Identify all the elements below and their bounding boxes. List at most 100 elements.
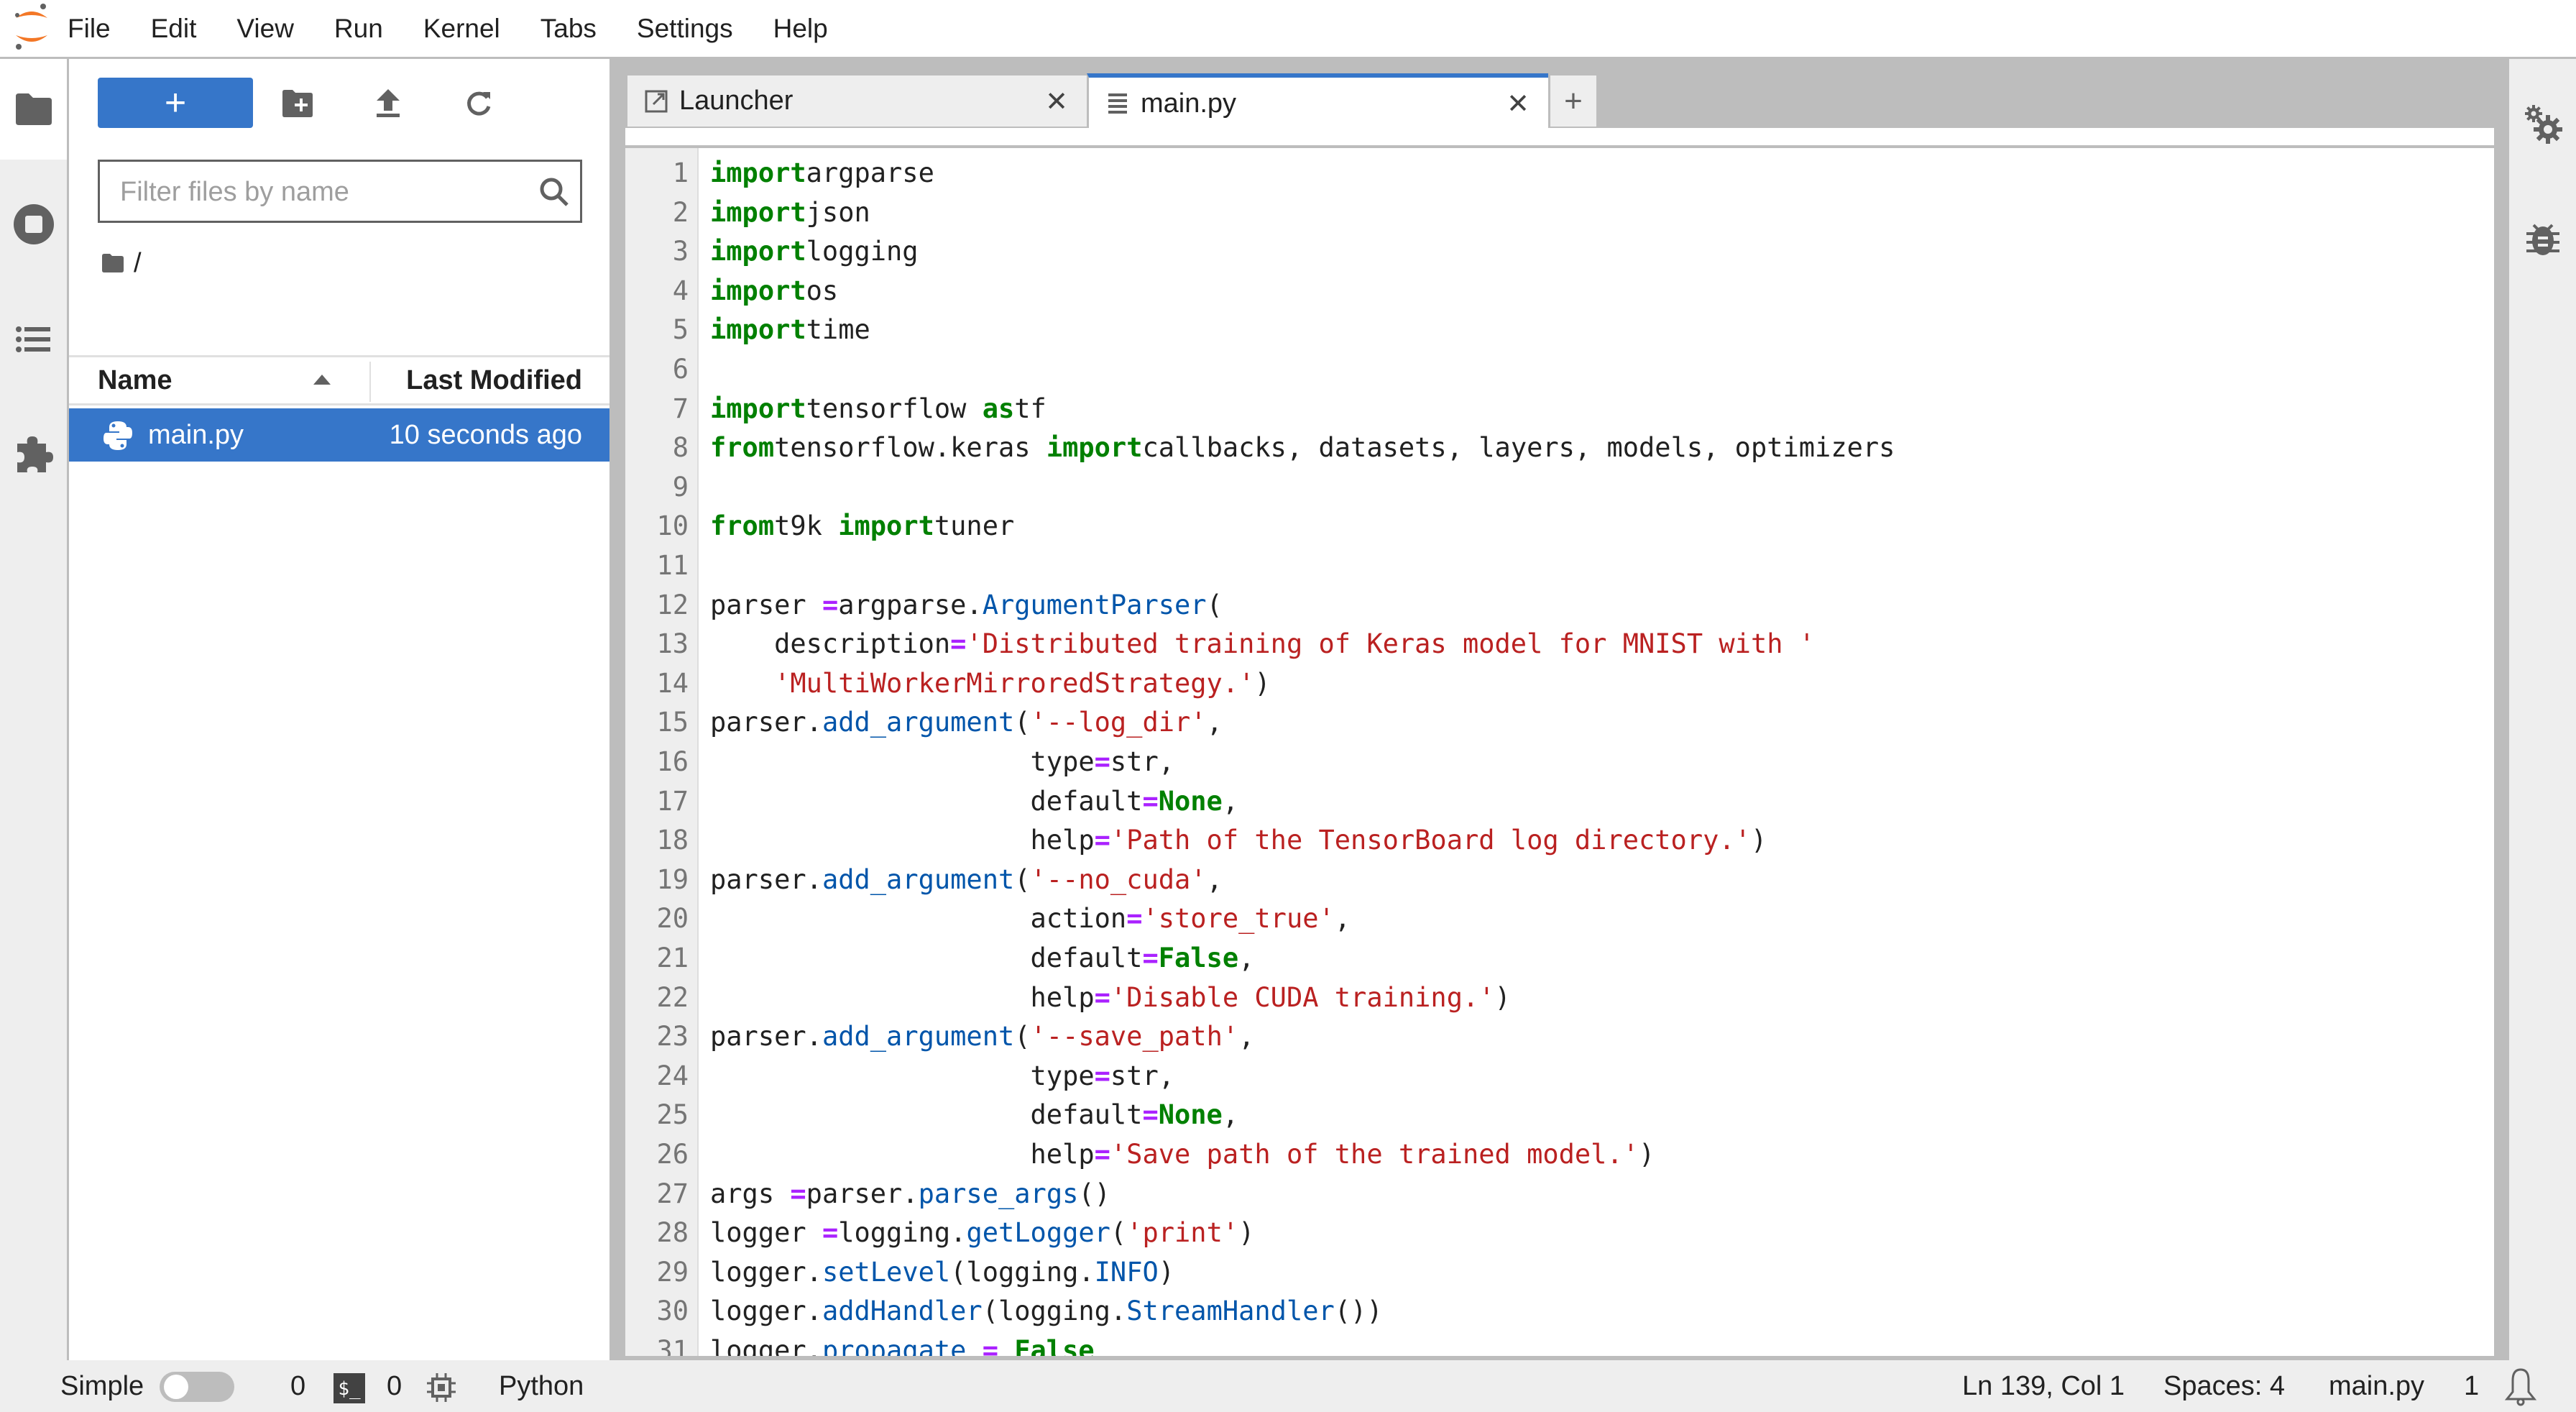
left-sidebar xyxy=(0,59,69,1360)
line-number: 1 xyxy=(672,157,689,188)
menu-file[interactable]: File xyxy=(60,0,131,58)
file-last-modified: 10 seconds ago xyxy=(389,420,582,450)
new-folder-button[interactable] xyxy=(279,85,316,122)
home-folder-icon[interactable] xyxy=(102,254,124,272)
kernel-count[interactable]: 0 xyxy=(290,1360,305,1412)
menu-edit[interactable]: Edit xyxy=(131,0,217,58)
filter-files-field[interactable] xyxy=(98,160,582,223)
code-text: type=str, xyxy=(710,1060,1175,1091)
puzzle-icon xyxy=(17,436,53,472)
toggle-knob xyxy=(164,1375,188,1399)
line-number: 7 xyxy=(672,393,689,424)
search-icon xyxy=(540,178,569,206)
line-number: 23 xyxy=(656,1021,689,1053)
sidebar-item-debugger[interactable] xyxy=(2509,188,2576,289)
sidebar-item-property-inspector[interactable] xyxy=(2509,73,2576,174)
line-number: 16 xyxy=(656,746,689,777)
bell-icon[interactable] xyxy=(2503,1367,2539,1406)
kernel-name[interactable]: Python xyxy=(499,1360,584,1412)
code-text: logger.setLevel(logging.INFO) xyxy=(710,1256,1175,1288)
tab-label: main.py xyxy=(1141,88,1237,119)
code-text: importos xyxy=(710,275,839,306)
column-header-name[interactable]: Name xyxy=(98,357,172,403)
file-browser-panel: + / xyxy=(69,59,610,1360)
menu-help[interactable]: Help xyxy=(753,0,848,58)
terminal-icon: $_ xyxy=(334,1373,365,1403)
line-number: 24 xyxy=(656,1060,689,1091)
filter-files-input[interactable] xyxy=(100,162,524,222)
simple-mode-toggle[interactable] xyxy=(160,1372,234,1402)
menu-settings[interactable]: Settings xyxy=(617,0,753,58)
code-editor[interactable]: 1 importargparse 2 importjson 3 importlogging… xyxy=(625,148,2494,1356)
code-text: help='Save path of the trained model.') xyxy=(710,1139,1655,1170)
right-sidebar xyxy=(2507,59,2576,1360)
sidebar-item-running[interactable] xyxy=(0,174,67,275)
line-number: 10 xyxy=(656,510,689,542)
python-icon xyxy=(104,421,132,450)
close-tab-icon[interactable]: ✕ xyxy=(1506,88,1530,120)
notification-count[interactable]: 1 xyxy=(2464,1360,2479,1412)
new-tab-button[interactable]: + xyxy=(1548,73,1598,127)
line-number: 12 xyxy=(656,589,689,620)
kernel-chip-icon xyxy=(427,1373,456,1402)
code-text: fromtensorflow.keras importcallbacks, da… xyxy=(710,432,1895,464)
code-text: parser.add_argument('--no_cuda', xyxy=(710,863,1223,895)
menu-kernel[interactable]: Kernel xyxy=(403,0,520,58)
column-divider[interactable] xyxy=(369,362,371,402)
sidebar-item-file-browser[interactable] xyxy=(0,59,67,160)
breadcrumb-root[interactable]: / xyxy=(134,248,142,279)
line-number: 25 xyxy=(656,1099,689,1131)
code-text: importjson xyxy=(710,196,870,228)
tab-main-py[interactable]: main.py ✕ xyxy=(1087,73,1550,129)
code-text: logger =logging.getLogger('print') xyxy=(710,1217,1255,1249)
column-header-last-modified[interactable]: Last Modified xyxy=(406,357,582,403)
sidebar-item-extensions[interactable] xyxy=(0,404,67,505)
line-number: 4 xyxy=(672,275,689,306)
upload-button[interactable] xyxy=(369,85,407,122)
close-tab-icon[interactable]: ✕ xyxy=(1045,86,1068,118)
plus-icon: + xyxy=(1564,83,1583,119)
line-number: 30 xyxy=(656,1296,689,1327)
new-folder-icon xyxy=(282,90,313,117)
code-text: description='Distributed training of Ker… xyxy=(710,628,1816,660)
code-text: type=str, xyxy=(710,746,1175,777)
line-number: 19 xyxy=(656,863,689,895)
line-number: 6 xyxy=(672,354,689,385)
line-number: 20 xyxy=(656,903,689,935)
line-number: 18 xyxy=(656,825,689,856)
current-file-name: main.py xyxy=(2329,1371,2425,1401)
code-text: default=None, xyxy=(710,785,1239,817)
line-number: 17 xyxy=(656,785,689,817)
launcher-icon xyxy=(643,88,669,114)
jupyter-logo-icon xyxy=(10,0,60,58)
indentation-setting[interactable]: Spaces: 4 xyxy=(2163,1360,2285,1412)
line-number: 9 xyxy=(672,471,689,503)
upload-icon xyxy=(377,89,400,117)
line-number: 26 xyxy=(656,1139,689,1170)
line-number: 11 xyxy=(656,550,689,581)
sidebar-item-toc[interactable] xyxy=(0,289,67,390)
file-name: main.py xyxy=(148,420,244,450)
cursor-position[interactable]: Ln 139, Col 1 xyxy=(1962,1360,2125,1412)
new-launcher-button[interactable]: + xyxy=(98,78,253,128)
tab-bar: Launcher ✕ main.py ✕ + xyxy=(625,73,1598,129)
line-number: 28 xyxy=(656,1217,689,1249)
file-list-item[interactable]: main.py 10 seconds ago xyxy=(69,408,610,462)
menu-view[interactable]: View xyxy=(216,0,314,58)
code-text: 'MultiWorkerMirroredStrategy.') xyxy=(774,667,1271,699)
main-dock-area: Launcher ✕ main.py ✕ + 1 importargparse 2 i… xyxy=(625,59,2494,1360)
line-number: 27 xyxy=(656,1178,689,1209)
menu-run[interactable]: Run xyxy=(314,0,403,58)
refresh-button[interactable] xyxy=(460,85,497,122)
terminal-count[interactable]: 0 xyxy=(387,1360,402,1412)
tab-launcher[interactable]: Launcher ✕ xyxy=(625,73,1089,127)
code-text: parser.add_argument('--log_dir', xyxy=(710,707,1223,738)
code-text: parser.add_argument('--save_path', xyxy=(710,1021,1255,1053)
line-number: 22 xyxy=(656,981,689,1013)
gears-icon xyxy=(2524,105,2562,144)
menu-tabs[interactable]: Tabs xyxy=(520,0,617,58)
line-number: 13 xyxy=(656,628,689,660)
code-text: importargparse xyxy=(710,157,934,188)
breadcrumb: / xyxy=(102,242,142,285)
line-number: 3 xyxy=(672,236,689,267)
